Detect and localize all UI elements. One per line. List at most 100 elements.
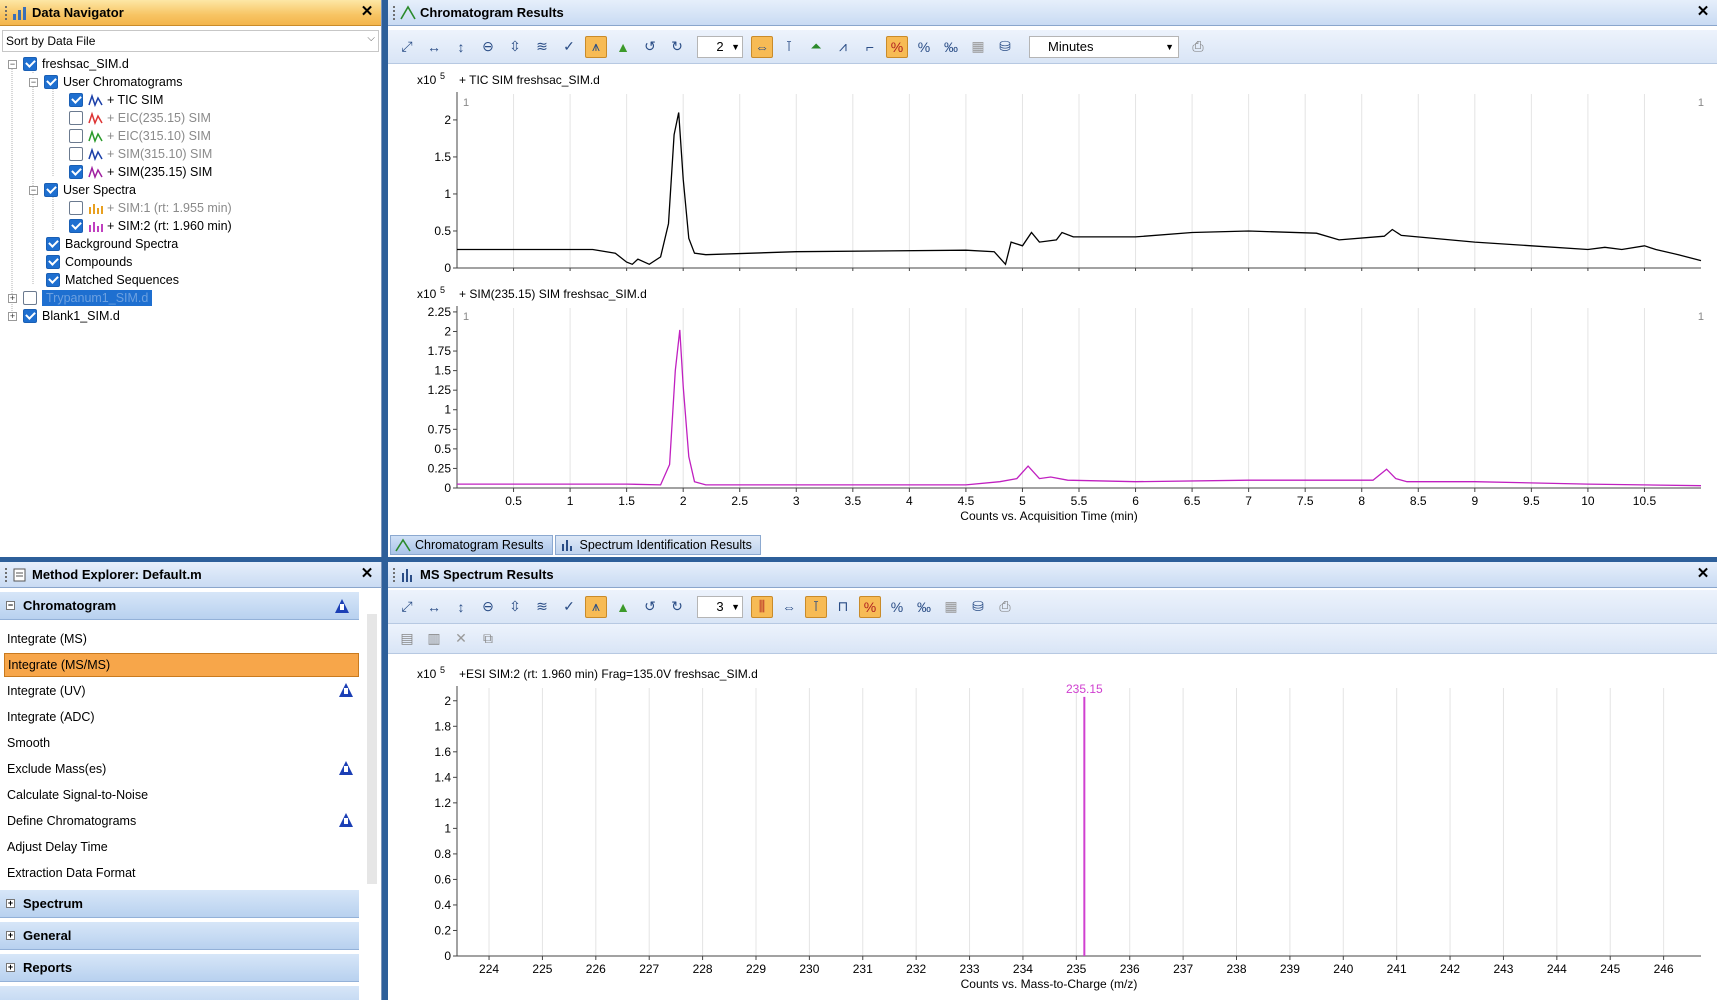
delete-icon[interactable]: ✕ (450, 628, 472, 650)
checkbox-checked[interactable] (23, 309, 37, 323)
autoscale-icon[interactable]: ⤢ (396, 36, 418, 58)
grip-handle[interactable] (4, 566, 8, 583)
fit-width-icon[interactable]: ⇔ (751, 35, 773, 58)
spectrum-plot[interactable]: 0 0.2 0.4 0.6 0.8 1 1.2 1.4 1.6 1.8 2 224 225 226 227 2… (388, 656, 1717, 1000)
expand-toggle[interactable]: + (6, 931, 15, 940)
checkbox-unchecked[interactable] (69, 201, 83, 215)
autoscale-icon[interactable]: ⤢ (396, 596, 418, 618)
grip-handle[interactable] (4, 4, 8, 21)
checkbox-unchecked[interactable] (69, 129, 83, 143)
peak-label-icon[interactable]: ⊺ (778, 36, 800, 58)
method-item-integrate-adc[interactable]: Integrate (ADC) (4, 705, 359, 729)
method-item-signal-to-noise[interactable]: Calculate Signal-to-Noise (4, 783, 359, 807)
spectrum-plot-area[interactable]: 0 0.2 0.4 0.6 0.8 1 1.2 1.4 1.6 1.8 2 224 225 226 227 2… (388, 656, 1717, 1000)
scale-icon[interactable]: ⇳ (504, 596, 526, 618)
print-icon[interactable]: ⎙ (994, 596, 1016, 618)
pick-peak-icon[interactable]: ⩚ (585, 35, 607, 58)
checkbox-checked[interactable] (46, 255, 60, 269)
fit-width-icon[interactable]: ⇔ (778, 596, 800, 618)
section-chromatogram[interactable]: − Chromatogram (0, 592, 359, 620)
scrollbar[interactable] (367, 614, 377, 884)
tree-node-background-spectra[interactable]: Background Spectra (46, 235, 178, 253)
checkbox-checked[interactable] (46, 237, 60, 251)
manual-integrate-icon[interactable]: ✓ (558, 596, 580, 618)
table-icon[interactable]: ▤ (396, 628, 418, 650)
tree-node-matched-sequences[interactable]: Matched Sequences (46, 271, 179, 289)
export-icon[interactable]: ⧉ (477, 628, 499, 650)
method-item-extraction-format[interactable]: Extraction Data Format (4, 861, 359, 885)
collapse-toggle[interactable]: − (29, 77, 38, 87)
checkbox-checked[interactable] (23, 57, 37, 71)
normalize-icon[interactable]: ‰ (913, 596, 935, 618)
section-next-partial[interactable] (0, 986, 359, 1000)
tab-spectrum-identification[interactable]: Spectrum Identification Results (554, 535, 761, 555)
units-icon[interactable]: ⛁ (967, 596, 989, 618)
close-icon[interactable]: ✕ (1695, 566, 1711, 582)
close-icon[interactable]: ✕ (359, 566, 375, 582)
expand-toggle[interactable]: + (8, 293, 17, 303)
tree-node-user-chromatograms[interactable]: − User Chromatograms (29, 73, 182, 91)
checkbox-checked[interactable] (44, 183, 58, 197)
section-reports[interactable]: + Reports (0, 954, 359, 982)
grip-handle[interactable] (392, 566, 396, 583)
method-item-define-chromatograms[interactable]: Define Chromatograms (4, 809, 359, 833)
undo-icon[interactable]: ↺ (639, 36, 661, 58)
grid-icon[interactable]: ▦ (940, 596, 962, 618)
checkbox-unchecked[interactable] (69, 147, 83, 161)
time-units-dropdown[interactable]: Minutes ▼ (1029, 35, 1179, 58)
grid-icon[interactable]: ▦ (967, 36, 989, 58)
normalize-icon[interactable]: ‰ (940, 36, 962, 58)
redo-icon[interactable]: ↻ (666, 36, 688, 58)
redo-icon[interactable]: ↻ (666, 596, 688, 618)
autoscale-x-icon[interactable]: ↔ (423, 596, 445, 618)
checkbox-checked[interactable] (69, 165, 83, 179)
percent-toggle-icon[interactable]: % (886, 35, 908, 58)
tree-node-sim2-spectrum[interactable]: + SIM:2 (rt: 1.960 min) (69, 217, 232, 235)
zoom-out-icon[interactable]: ⊖ (477, 36, 499, 58)
section-spectrum[interactable]: + Spectrum (0, 890, 359, 918)
peak-area-icon[interactable]: ⩘ (832, 36, 854, 58)
tree-node-sim-235[interactable]: + SIM(235.15) SIM (69, 163, 212, 181)
sort-dropdown[interactable]: Sort by Data File ⌵ (2, 30, 379, 52)
method-item-adjust-delay[interactable]: Adjust Delay Time (4, 835, 359, 859)
close-icon[interactable]: ✕ (359, 4, 375, 20)
autoscale-x-icon[interactable]: ↔ (423, 36, 445, 58)
collapse-toggle[interactable]: − (29, 185, 38, 195)
method-item-integrate-ms[interactable]: Integrate (MS) (4, 627, 359, 651)
tree-node-user-spectra[interactable]: − User Spectra (29, 181, 136, 199)
expand-toggle[interactable]: + (6, 899, 15, 908)
chromatogram-plot-area[interactable]: 0 0.5 1 1.5 2 x10 5 + TIC SIM freshsac_SIM.d 1 1 0… (388, 64, 1717, 530)
method-item-integrate-msms[interactable]: Integrate (MS/MS) (4, 653, 359, 677)
checkbox-checked[interactable] (44, 75, 58, 89)
table-edit-icon[interactable]: ▥ (423, 628, 445, 650)
print-icon[interactable]: ⎙ (1187, 36, 1209, 58)
percent-icon[interactable]: % (886, 596, 908, 618)
tree-node-sim1-spectrum[interactable]: + SIM:1 (rt: 1.955 min) (69, 199, 232, 217)
percent-toggle-icon[interactable]: % (859, 595, 881, 618)
grip-handle[interactable] (392, 4, 396, 21)
pick-peak-icon[interactable]: ⩚ (585, 595, 607, 618)
manual-integrate-icon[interactable]: ✓ (558, 36, 580, 58)
section-general[interactable]: + General (0, 922, 359, 950)
collapse-toggle[interactable]: − (8, 59, 17, 69)
autoscale-y-icon[interactable]: ↕ (450, 36, 472, 58)
checkbox-checked[interactable] (69, 219, 83, 233)
peak-label-icon[interactable]: ⊺ (805, 595, 827, 618)
scale-icon[interactable]: ⇳ (504, 36, 526, 58)
expand-toggle[interactable]: + (8, 311, 17, 321)
baseline-icon[interactable]: ⊓ (832, 596, 854, 618)
tree-node-tic-sim[interactable]: + TIC SIM (69, 91, 163, 109)
tree-node-eic-235[interactable]: + EIC(235.15) SIM (69, 109, 211, 127)
checkbox-checked[interactable] (46, 273, 60, 287)
method-item-exclude-masses[interactable]: Exclude Mass(es) (4, 757, 359, 781)
method-item-integrate-uv[interactable]: Integrate (UV) (4, 679, 359, 703)
checkbox-unchecked[interactable] (23, 291, 37, 305)
baseline-icon[interactable]: ⌐ (859, 36, 881, 58)
undo-icon[interactable]: ↺ (639, 596, 661, 618)
peak-height-icon[interactable]: ⏶ (805, 36, 827, 58)
overlay-icon[interactable]: ≋ (531, 36, 553, 58)
zoom-out-icon[interactable]: ⊖ (477, 596, 499, 618)
expand-toggle[interactable]: + (6, 963, 15, 972)
collapse-toggle[interactable]: − (6, 601, 15, 610)
method-item-smooth[interactable]: Smooth (4, 731, 359, 755)
